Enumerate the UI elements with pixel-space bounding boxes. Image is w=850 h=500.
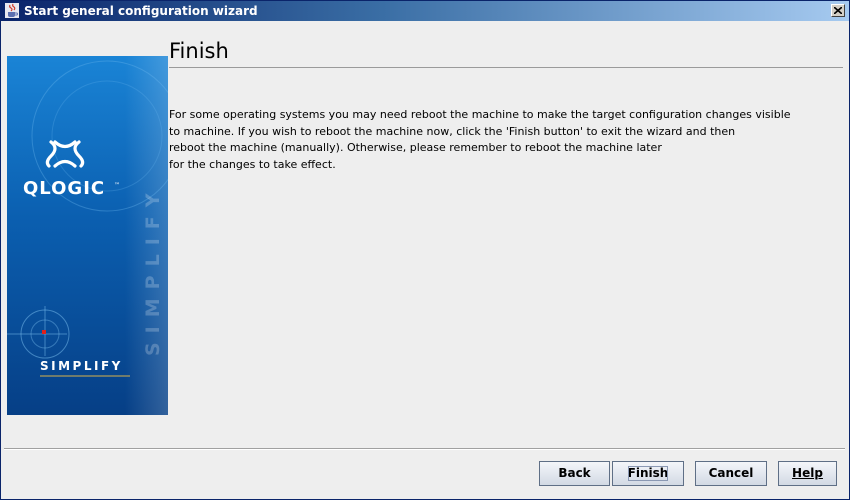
finish-button-label: Finish — [627, 466, 669, 480]
qlogic-branding-image: QLOGIC ™ SIMPLIFY SIMPLIFY — [7, 56, 168, 415]
help-button[interactable]: Help — [778, 461, 837, 486]
red-dot-icon — [42, 330, 46, 334]
finish-message: For some operating systems you may need … — [169, 107, 791, 173]
java-cup-icon — [5, 3, 19, 18]
page-title: Finish — [169, 39, 229, 63]
message-line: reboot the machine (manually). Otherwise… — [169, 141, 662, 154]
finish-button[interactable]: Finish — [612, 461, 684, 486]
cancel-button[interactable]: Cancel — [695, 461, 767, 486]
svg-text:™: ™ — [114, 182, 120, 189]
back-button-label: Back — [558, 466, 591, 480]
title-bar[interactable]: Start general configuration wizard — [1, 1, 849, 21]
qlogic-logo-text: QLOGIC — [23, 178, 105, 199]
simplify-watermark: SIMPLIFY — [142, 185, 164, 357]
message-line: for the changes to take effect. — [169, 157, 336, 171]
simplify-tagline: SIMPLIFY — [40, 359, 123, 373]
close-icon — [834, 7, 842, 14]
help-button-label: Help — [792, 466, 823, 480]
window-title: Start general configuration wizard — [24, 4, 258, 18]
wizard-window: Start general configuration wizard QLOGI… — [0, 0, 850, 500]
back-button[interactable]: Back — [539, 461, 610, 486]
title-divider — [169, 67, 843, 68]
message-line: For some operating systems you may need … — [169, 108, 791, 121]
content-panel: QLOGIC ™ SIMPLIFY SIMPLIFY Finish For so… — [4, 22, 845, 448]
cancel-button-label: Cancel — [708, 466, 754, 480]
close-button[interactable] — [831, 4, 845, 17]
message-line: to machine. If you wish to reboot the ma… — [169, 124, 736, 138]
